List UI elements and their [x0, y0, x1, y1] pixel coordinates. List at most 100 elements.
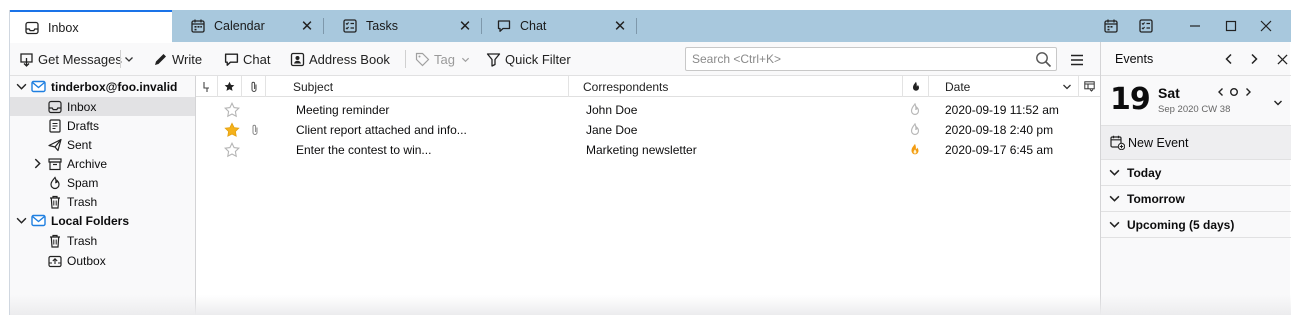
- account-mail-icon: [30, 79, 46, 95]
- chat-label: Chat: [243, 51, 271, 67]
- folder-account[interactable]: tinderbox@foo.invalid: [10, 77, 195, 96]
- address-book-icon: [290, 52, 305, 66]
- junk-off-icon[interactable]: [909, 100, 921, 120]
- get-messages-label: Get Messages: [38, 51, 122, 67]
- close-icon[interactable]: ✕: [457, 18, 473, 35]
- calendar-icon[interactable]: [1095, 10, 1127, 42]
- get-messages-dropdown[interactable]: [124, 48, 138, 70]
- correspondents-column-header[interactable]: Correspondents: [569, 76, 903, 97]
- message-subject: Enter the contest to win...: [296, 143, 432, 157]
- starred-column-button[interactable]: [218, 76, 242, 97]
- bottom-shadow: [10, 295, 1291, 315]
- subject-column-header[interactable]: Subject: [266, 76, 569, 97]
- folder-pane: tinderbox@foo.invalid Inbox Drafts Sent …: [10, 76, 196, 315]
- tab-separator: [481, 18, 482, 34]
- column-picker-button[interactable]: [1079, 76, 1100, 97]
- twisty-open-icon[interactable]: [15, 215, 27, 227]
- tab-tasks[interactable]: Tasks ✕: [332, 10, 481, 42]
- tab-chat[interactable]: Chat ✕: [488, 10, 636, 42]
- maximize-icon[interactable]: [1215, 10, 1247, 42]
- today-dot-icon[interactable]: [1229, 86, 1239, 100]
- folder-spam[interactable]: Spam: [10, 173, 195, 192]
- outbox-icon: [47, 253, 63, 269]
- message-row[interactable]: Enter the contest to win... Marketing ne…: [196, 140, 1100, 160]
- chevron-left-icon[interactable]: [1220, 50, 1238, 68]
- column-label: Subject: [293, 79, 334, 94]
- filter-icon: [486, 52, 501, 67]
- date-column-header[interactable]: Date: [929, 76, 1079, 97]
- twisty-closed-icon[interactable]: [31, 158, 43, 170]
- new-event-icon: [1110, 135, 1126, 153]
- chat-button[interactable]: Chat: [224, 48, 270, 70]
- mail-window: Inbox Calendar ✕ Tasks ✕ Chat ✕ Get Mess…: [9, 10, 1291, 315]
- star-empty-icon[interactable]: [224, 100, 240, 120]
- star-empty-icon[interactable]: [224, 140, 240, 160]
- get-messages-button[interactable]: Get Messages: [19, 48, 122, 70]
- section-label: Upcoming (5 days): [1127, 217, 1235, 232]
- tab-inbox[interactable]: Inbox: [10, 10, 172, 43]
- twisty-open-icon[interactable]: [15, 81, 27, 93]
- tab-label: Chat: [520, 19, 547, 33]
- folder-label: Outbox: [67, 253, 106, 268]
- events-section-tomorrow[interactable]: Tomorrow: [1101, 186, 1291, 212]
- close-icon[interactable]: ✕: [299, 18, 315, 35]
- folder-sent[interactable]: Sent: [10, 135, 195, 154]
- message-row[interactable]: Client report attached and info... Jane …: [196, 120, 1100, 140]
- folder-local-trash[interactable]: Trash: [10, 231, 195, 250]
- new-event-button[interactable]: New Event: [1101, 126, 1291, 160]
- prev-day-icon[interactable]: [1217, 86, 1225, 100]
- tasks-icon[interactable]: [1130, 10, 1162, 42]
- star-icon: [224, 81, 235, 91]
- paperclip-icon: [251, 81, 256, 92]
- address-book-button[interactable]: Address Book: [290, 48, 390, 70]
- folder-archive[interactable]: Archive: [10, 154, 195, 173]
- chevron-down-icon: [1063, 84, 1071, 90]
- write-button[interactable]: Write: [153, 48, 202, 70]
- events-section-upcoming[interactable]: Upcoming (5 days): [1101, 212, 1291, 238]
- star-filled-icon[interactable]: [224, 120, 240, 140]
- tag-button[interactable]: Tag: [415, 48, 474, 70]
- thread-column-button[interactable]: [196, 76, 218, 97]
- inbox-icon: [24, 20, 40, 36]
- message-row[interactable]: Meeting reminder John Doe 2020-09-19 11:…: [196, 100, 1100, 120]
- chevron-right-icon[interactable]: [1245, 50, 1263, 68]
- tab-bar: Inbox Calendar ✕ Tasks ✕ Chat ✕: [10, 10, 1291, 43]
- tab-calendar[interactable]: Calendar ✕: [180, 10, 323, 42]
- message-correspondent: Marketing newsletter: [586, 143, 697, 157]
- folder-drafts[interactable]: Drafts: [10, 116, 195, 135]
- next-day-icon[interactable]: [1244, 86, 1252, 100]
- folder-label: Drafts: [67, 118, 100, 133]
- app-menu-button[interactable]: [1070, 49, 1088, 71]
- minimize-icon[interactable]: [1179, 10, 1211, 42]
- events-section-today[interactable]: Today: [1101, 160, 1291, 186]
- folder-inbox[interactable]: Inbox: [10, 97, 195, 116]
- folder-local-folders[interactable]: Local Folders: [10, 211, 195, 230]
- search-input[interactable]: Search <Ctrl+K>: [685, 47, 1057, 71]
- message-date: 2020-09-19 11:52 am: [945, 103, 1059, 117]
- chevron-down-icon: [1109, 167, 1120, 181]
- message-correspondent: Jane Doe: [586, 123, 638, 137]
- toolbar-separator: [405, 50, 406, 68]
- paperclip-icon: [250, 120, 260, 140]
- close-icon[interactable]: ✕: [612, 18, 628, 35]
- close-window-icon[interactable]: [1250, 10, 1282, 42]
- junk-off-icon[interactable]: [909, 120, 921, 140]
- local-folders-icon: [30, 213, 46, 229]
- chevron-down-icon[interactable]: [1273, 97, 1283, 111]
- tab-label: Inbox: [48, 20, 79, 35]
- junk-column-button[interactable]: [903, 76, 929, 97]
- calendar-icon: [190, 18, 206, 34]
- folder-label: Trash: [67, 233, 98, 248]
- folder-trash[interactable]: Trash: [10, 192, 195, 211]
- thread-icon: [202, 81, 209, 92]
- download-icon: [20, 52, 33, 67]
- search-icon[interactable]: [1035, 51, 1052, 71]
- folder-label: Archive: [67, 156, 108, 171]
- message-date: 2020-09-17 6:45 am: [945, 143, 1054, 157]
- tab-label: Tasks: [366, 19, 398, 33]
- close-icon[interactable]: [1273, 50, 1291, 68]
- quick-filter-button[interactable]: Quick Filter: [486, 48, 571, 70]
- attachment-column-button[interactable]: [242, 76, 266, 97]
- junk-on-icon[interactable]: [909, 140, 921, 160]
- folder-outbox[interactable]: Outbox: [10, 251, 195, 270]
